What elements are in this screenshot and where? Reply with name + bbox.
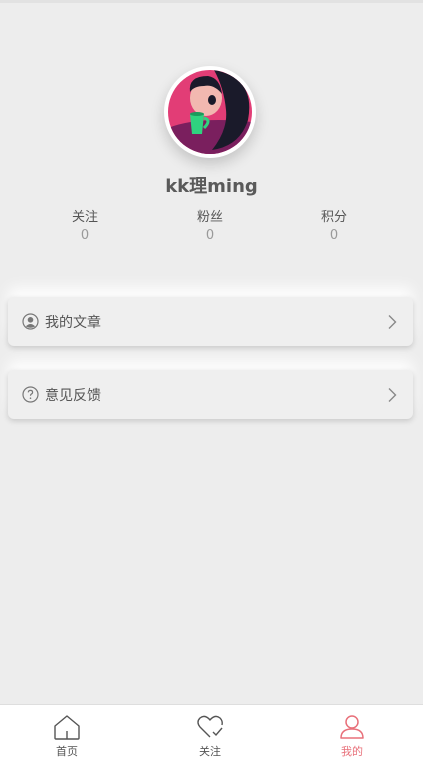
stat-label: 积分 [320, 210, 347, 225]
tab-label: 我的 [341, 745, 363, 758]
tab-mine[interactable]: 我的 [312, 705, 392, 760]
tab-following[interactable]: 关注 [170, 705, 250, 760]
profile-stats: 关注 0 粉丝 0 积分 0 [0, 209, 423, 249]
question-circle-icon [22, 386, 39, 403]
home-icon [54, 715, 80, 740]
menu-item-label: 我的文章 [45, 314, 101, 331]
stat-value: 0 [80, 228, 90, 243]
stat-label: 关注 [71, 210, 98, 225]
user-circle-icon [22, 313, 39, 330]
bottom-tab-bar: 首页 关注 我的 [0, 704, 423, 760]
user-icon [340, 715, 364, 739]
tab-home[interactable]: 首页 [27, 705, 107, 760]
menu-item-feedback[interactable]: 意见反馈 [8, 370, 413, 419]
username: kk理ming [165, 176, 258, 197]
avatar[interactable] [164, 66, 256, 158]
stat-label: 粉丝 [196, 210, 223, 225]
stat-points[interactable]: 积分 0 [294, 209, 374, 245]
menu-item-my-articles[interactable]: 我的文章 [8, 297, 413, 346]
chevron-right-icon [387, 387, 397, 403]
tab-label: 首页 [56, 745, 78, 758]
stat-value: 0 [329, 228, 339, 243]
stat-value: 0 [205, 228, 215, 243]
tab-label: 关注 [199, 745, 221, 758]
menu-item-label: 意见反馈 [45, 387, 101, 404]
avatar-image [168, 70, 252, 154]
stat-following[interactable]: 关注 0 [45, 209, 125, 245]
chevron-right-icon [387, 314, 397, 330]
heart-check-icon [197, 715, 223, 738]
top-divider [0, 0, 423, 3]
stat-followers[interactable]: 粉丝 0 [170, 209, 250, 245]
